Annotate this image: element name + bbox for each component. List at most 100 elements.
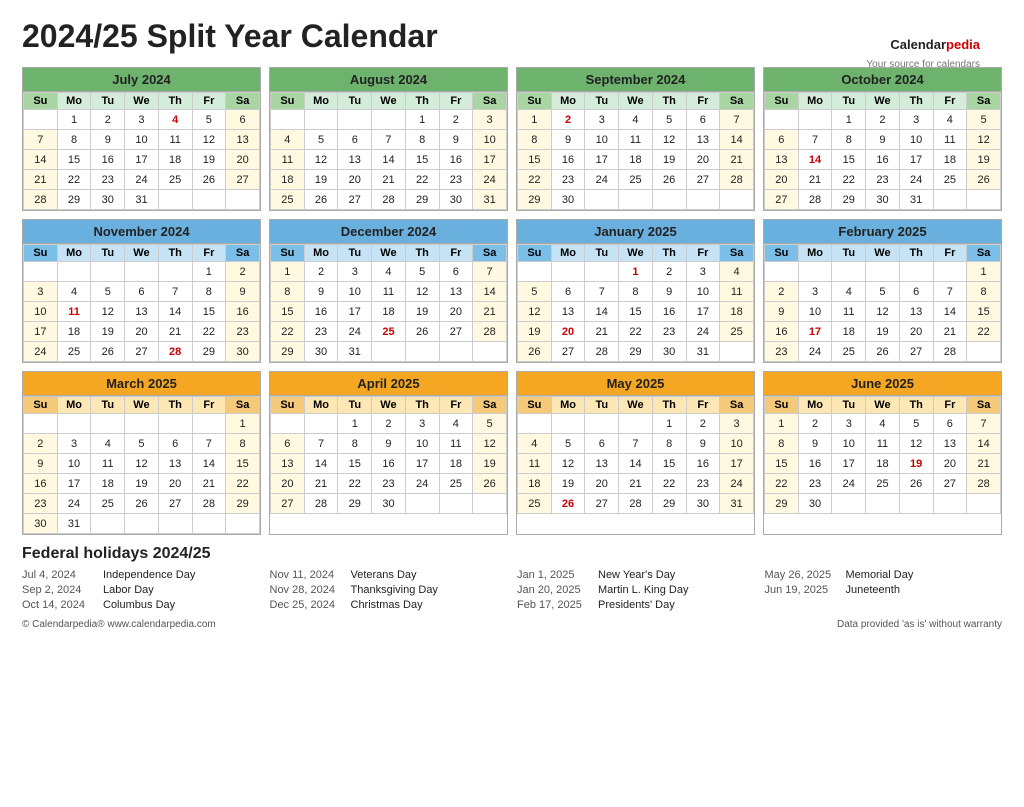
day-cell-15: 15	[57, 150, 91, 170]
holiday-item: Jan 20, 2025Martin L. King Day	[517, 584, 755, 596]
col-header-fr: Fr	[192, 397, 226, 414]
day-cell-1: 1	[192, 262, 226, 282]
day-cell-11: 11	[158, 130, 192, 150]
col-header-tu: Tu	[832, 397, 866, 414]
day-cell-5: 5	[866, 282, 900, 302]
day-cell-31: 31	[338, 342, 372, 362]
day-cell-3: 3	[57, 434, 91, 454]
holiday-name: Independence Day	[103, 569, 195, 581]
holidays-section: Federal holidays 2024/25 Jul 4, 2024Inde…	[22, 545, 1002, 611]
col-header-su: Su	[271, 93, 305, 110]
day-cell-6: 6	[338, 130, 372, 150]
day-cell-24: 24	[720, 474, 754, 494]
col-header-su: Su	[518, 245, 552, 262]
empty-cell	[619, 190, 653, 210]
day-cell-9: 9	[798, 434, 832, 454]
day-cell-1: 1	[518, 110, 552, 130]
day-cell-5: 5	[551, 434, 585, 454]
col-header-we: We	[125, 93, 159, 110]
day-cell-12: 12	[967, 130, 1001, 150]
day-cell-28: 28	[619, 494, 653, 514]
col-header-su: Su	[24, 397, 58, 414]
col-header-th: Th	[652, 245, 686, 262]
day-cell-20: 20	[899, 322, 933, 342]
day-cell-17: 17	[686, 302, 720, 322]
col-header-we: We	[372, 397, 406, 414]
day-cell-1: 1	[338, 414, 372, 434]
holiday-date: Jul 4, 2024	[22, 569, 97, 581]
day-cell-29: 29	[338, 494, 372, 514]
month-table-4: SuMoTuWeThFrSa12345678910111213141516171…	[23, 244, 260, 362]
day-cell-12: 12	[304, 150, 338, 170]
day-cell-30: 30	[226, 342, 260, 362]
day-cell-15: 15	[619, 302, 653, 322]
day-cell-30: 30	[372, 494, 406, 514]
day-cell-22: 22	[338, 474, 372, 494]
day-cell-22: 22	[967, 322, 1001, 342]
day-cell-17: 17	[24, 322, 58, 342]
day-cell-25: 25	[720, 322, 754, 342]
page-title: 2024/25 Split Year Calendar	[22, 18, 1002, 55]
col-header-we: We	[372, 93, 406, 110]
empty-cell	[933, 262, 967, 282]
month-header-7: February 2025	[764, 220, 1001, 244]
month-table-1: SuMoTuWeThFrSa12345678910111213141516171…	[270, 92, 507, 210]
day-cell-26: 26	[473, 474, 507, 494]
day-cell-7: 7	[192, 434, 226, 454]
day-cell-26: 26	[304, 190, 338, 210]
day-cell-19: 19	[967, 150, 1001, 170]
logo-tagline: Your source for calendars	[866, 59, 980, 70]
holiday-date: Oct 14, 2024	[22, 599, 97, 611]
day-cell-27: 27	[226, 170, 260, 190]
day-cell-25: 25	[91, 494, 125, 514]
month-calendar-9: April 2025SuMoTuWeThFrSa1234567891011121…	[269, 371, 508, 535]
day-cell-29: 29	[57, 190, 91, 210]
day-cell-11: 11	[933, 130, 967, 150]
holiday-date: Dec 25, 2024	[270, 599, 345, 611]
day-cell-23: 23	[765, 342, 799, 362]
day-cell-20: 20	[439, 302, 473, 322]
holiday-date: Nov 11, 2024	[270, 569, 345, 581]
empty-cell	[765, 262, 799, 282]
day-cell-22: 22	[652, 474, 686, 494]
day-cell-11: 11	[271, 150, 305, 170]
day-cell-27: 27	[338, 190, 372, 210]
day-cell-30: 30	[439, 190, 473, 210]
day-cell-1: 1	[619, 262, 653, 282]
day-cell-13: 13	[439, 282, 473, 302]
col-header-tu: Tu	[832, 245, 866, 262]
col-header-su: Su	[271, 245, 305, 262]
day-cell-5: 5	[518, 282, 552, 302]
col-header-mo: Mo	[551, 93, 585, 110]
day-cell-6: 6	[551, 282, 585, 302]
holiday-item: Nov 28, 2024Thanksgiving Day	[270, 584, 508, 596]
day-cell-24: 24	[686, 322, 720, 342]
day-cell-20: 20	[765, 170, 799, 190]
day-cell-20: 20	[585, 474, 619, 494]
day-cell-28: 28	[967, 474, 1001, 494]
month-header-8: March 2025	[23, 372, 260, 396]
day-cell-23: 23	[798, 474, 832, 494]
day-cell-7: 7	[619, 434, 653, 454]
day-cell-23: 23	[686, 474, 720, 494]
empty-cell	[405, 342, 439, 362]
day-cell-1: 1	[967, 262, 1001, 282]
month-calendar-7: February 2025SuMoTuWeThFrSa1234567891011…	[763, 219, 1002, 363]
day-cell-3: 3	[899, 110, 933, 130]
day-cell-13: 13	[338, 150, 372, 170]
day-cell-30: 30	[686, 494, 720, 514]
holiday-date: Jun 19, 2025	[765, 584, 840, 596]
day-cell-29: 29	[652, 494, 686, 514]
day-cell-18: 18	[57, 322, 91, 342]
col-header-su: Su	[765, 397, 799, 414]
empty-cell	[439, 342, 473, 362]
day-cell-7: 7	[967, 414, 1001, 434]
day-cell-8: 8	[57, 130, 91, 150]
day-cell-20: 20	[686, 150, 720, 170]
col-header-th: Th	[899, 397, 933, 414]
month-header-10: May 2025	[517, 372, 754, 396]
day-cell-9: 9	[24, 454, 58, 474]
day-cell-13: 13	[158, 454, 192, 474]
empty-cell	[933, 190, 967, 210]
day-cell-28: 28	[933, 342, 967, 362]
